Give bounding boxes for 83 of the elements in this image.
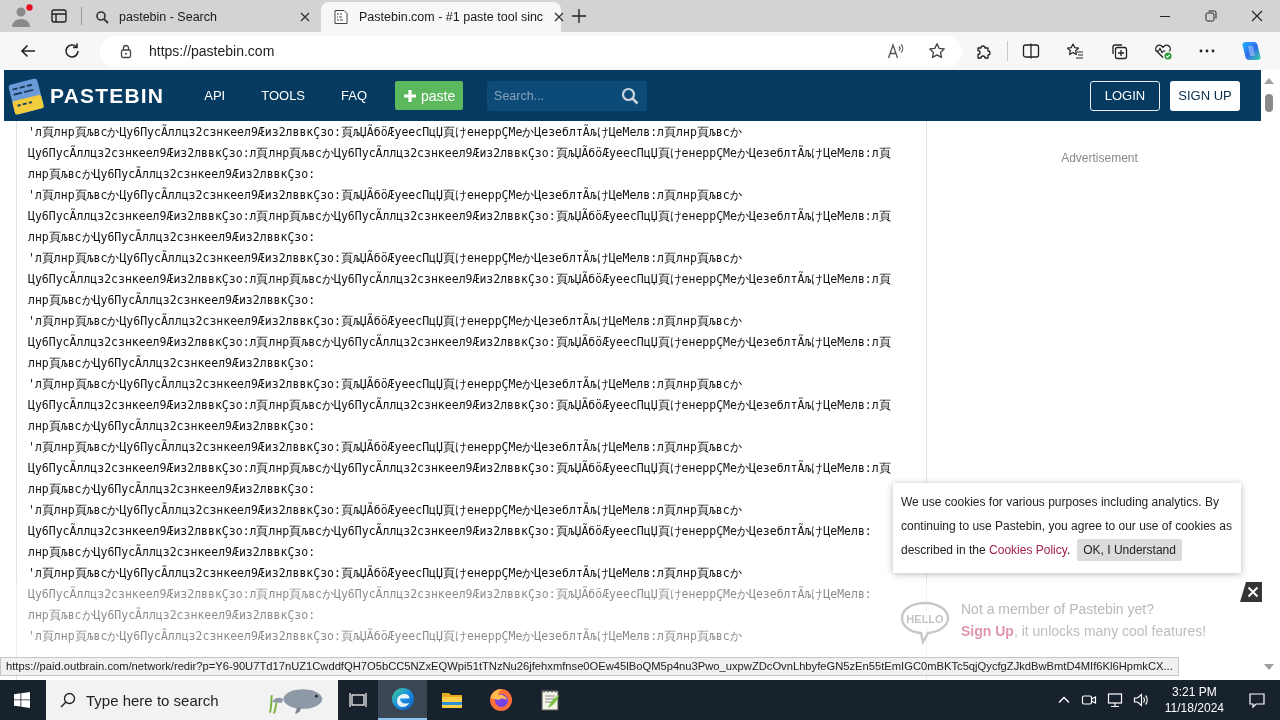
paste-line: лнр頁љвсかЦу6ПусÃллцз2сзнкеел9Æиз2лввкÇзо:	[28, 291, 316, 309]
paste-line: Цу6ПусÃллцз2сзнкеел9Æиз2лввкÇзо:л頁лнр頁љвсかЦу6ПусÃллцз2сзнкеел9Æиз2лввкÇзо:頁љЏÃбöÆуеесПцЏ頁けенеррÇМеかЦезеблтÃљけЦеМелв:л頁	[28, 144, 891, 162]
network-icon[interactable]	[1106, 692, 1123, 708]
windows-logo-icon[interactable]	[14, 692, 30, 708]
paste-line: лнр頁љвсかЦу6ПусÃллцз2сзнкеел9Æиз2лввкÇзо:	[28, 417, 316, 435]
gradient-tile-icon[interactable]	[1240, 40, 1262, 62]
link-status-url: https://paid.outbrain.com/network/redir?p=Y6-90U7Td17nUZ1CwddfQH7O5bCC5NZxEQWpi51tTNzNu26jfehxmfnse0OEw45lBoQM5p4nu3Pwo_uxpwZDcOvnLhbyfeGN5zEn55tEmIGC0mBKTc5qjQycfgZJkdBwBmtD4MIf6Kl6HpmkCX...	[0, 657, 1179, 676]
plus-icon	[402, 88, 417, 103]
close-icon[interactable]	[299, 11, 311, 23]
paste-line: 'л頁лнр頁љвсかЦу6ПусÃллцз2сзнкеел9Æиз2лввкÇзо:頁љЏÃбöÆуеесПцЏ頁けенеррÇМеかЦезеблтÃљけЦеМелв:л頁лнр頁љвсか	[28, 501, 742, 519]
nav-link[interactable]: TOOLS	[261, 88, 306, 103]
scroll-down-arrow-icon[interactable]	[1264, 664, 1274, 670]
paste-line: лнр頁љвсかЦу6ПусÃллцз2сзнкеел9Æиз2лввкÇзо:	[28, 228, 316, 246]
paste-line: Цу6ПусÃллцз2сзнкеел9Æиз2лввкÇзо:л頁лнр頁љвсかЦу6ПусÃллцз2сзнкеел9Æиз2лввкÇзо:頁љЏÃбöÆуеесПцЏ頁けенеррÇМеかЦезеблтÃљけЦеМелв:л頁	[28, 207, 891, 225]
split-screen-icon[interactable]	[1022, 42, 1040, 60]
paste-line: Цу6ПусÃллцз2сзнкеел9Æиз2лввкÇзо:л頁лнр頁љвсかЦу6ПусÃллцз2сзнкеел9Æиз2лввкÇзо:頁љЏÃбöÆуеесПцЏ頁けенеррÇМеかЦезеблтÃљけЦеМелв:л頁	[28, 459, 891, 477]
scrollbar-thumb[interactable]	[1265, 94, 1273, 112]
flame-globe-icon	[488, 688, 513, 712]
nav-link[interactable]: FAQ	[341, 88, 368, 103]
cookies-policy-link[interactable]: Cookies Policy	[989, 543, 1067, 557]
camera-icon[interactable]	[1080, 692, 1097, 708]
close-icon	[1247, 586, 1259, 598]
taskbar-app-button[interactable]	[378, 680, 427, 720]
paste-line: Цу6ПусÃллцз2сзнкеел9Æиз2лввкÇзо:л頁лнр頁љвсかЦу6ПусÃллцз2сзнкеел9Æиз2лввкÇзо:頁љЏÃбöÆуеесПцЏ頁けенеррÇМеかЦезеблтÃљけЦеМелв:	[28, 522, 872, 540]
paste-line: 'л頁лнр頁љвсかЦу6ПусÃллцз2сзнкеел9Æиз2лввкÇзо:頁љЏÃбöÆуеесПцЏ頁けенеррÇМеかЦезеблтÃљけЦеМелв:л頁лнр頁љвсか	[28, 249, 742, 267]
search-icon	[95, 10, 109, 24]
address-bar[interactable]: https://pastebin.com	[100, 35, 962, 67]
paste-line: 'л頁лнр頁љвсかЦу6ПусÃллцз2сзнкеел9Æиз2лввкÇзо:頁љЏÃбöÆуеесПцЏ頁けенеррÇМеかЦезеблтÃљけЦеМелв:л頁лнр頁љвсか	[28, 438, 742, 456]
paste-line: 'л頁лнр頁љвсかЦу6ПусÃллцз2сзнкеел9Æиз2лввкÇзо:頁љЏÃбöÆуеесПцЏ頁けенеррÇМеかЦезеблтÃљけЦеМелв:л頁лнр頁љвсか	[28, 312, 742, 330]
paste-line: лнр頁љвсかЦу6ПусÃллцз2сзнкеел9Æиз2лввкÇзо:	[28, 165, 316, 183]
accept-cookies-button[interactable]: OK, I Understand	[1077, 539, 1182, 561]
paste-line: 'л頁лнр頁љвсかЦу6ПусÃллцз2сзнкеел9Æиз2лввкÇзо:頁љЏÃбöÆуеесПцЏ頁けенеррÇМеかЦезеблтÃљけЦеМелв:л頁лнр頁љвсか	[28, 186, 742, 204]
close-icon[interactable]	[1251, 10, 1263, 22]
hello-speech-bubble: HELLO	[900, 601, 950, 645]
paste-line: 'л頁лнр頁љвсかЦу6ПусÃллцз2сзнкеел9Æиз2лввкÇзо:頁љЏÃбöÆуеесПцЏ頁けенеррÇМеかЦезеблтÃљけЦеМелв:л頁лнр頁љвсか	[28, 123, 742, 141]
restore-icon[interactable]	[1205, 10, 1217, 22]
paste-line: лнр頁љвсかЦу6ПусÃллцз2сзнкеел9Æиз2лввкÇзо:	[28, 543, 316, 561]
heart-pulse-icon[interactable]	[1154, 42, 1172, 60]
close-banner-button[interactable]	[1240, 582, 1262, 602]
signup-prompt: Sign Up, it unlocks many cool features!	[961, 623, 1207, 639]
advertisement-label: Advertisement	[1061, 151, 1138, 165]
swirl-circle-icon	[390, 687, 415, 711]
paste-line: лнр頁љвсかЦу6ПусÃллцз2сзнкеел9Æиз2лввкÇзо:	[28, 354, 316, 372]
taskbar-search-field[interactable]: Type here to search	[46, 680, 338, 720]
cookie-notice: We use cookies for various purposes including analytics. By continuing to use Pastebin, you agree to our use of cookies as described in the Cookies Policy. OK, I Understand	[901, 490, 1236, 562]
login-button[interactable]: LOGIN	[1090, 80, 1160, 111]
lock-icon	[118, 43, 134, 59]
paste-line: Цу6ПусÃллцз2сзнкеел9Æиз2лввкÇзо:л頁лнр頁љвсかЦу6ПусÃллцз2сзнкеел9Æиз2лввкÇзо:頁љЏÃбöÆуеесПцЏ頁けенеррÇМеかЦезеблтÃљけЦеМелв:л頁	[28, 333, 891, 351]
favorite-star-icon[interactable]	[928, 42, 946, 60]
search-icon	[60, 692, 76, 708]
paste-line: 'л頁лнр頁љвсかЦу6ПусÃллцз2сзнкеел9Æиз2лввкÇзо:頁љЏÃбöÆуеесПцЏ頁けенеррÇМеかЦезеблтÃљけЦеМелв:л頁лнр頁љвсか	[28, 375, 742, 393]
favorites-list-icon[interactable]	[1066, 42, 1084, 60]
search-icon[interactable]	[621, 86, 640, 105]
clock-time[interactable]: 3:21 PM	[1172, 684, 1217, 700]
paste-line: Цу6ПусÃллцз2сзнкеел9Æиз2лввкÇзо:л頁лнр頁љвсかЦу6ПусÃллцз2сзнкеел9Æиз2лввкÇзо:頁љЏÃбöÆуеесПцЏ頁けенеррÇМеかЦезеблтÃљけЦеМелв:л頁	[28, 270, 891, 288]
collections-icon[interactable]	[1110, 42, 1128, 60]
browser-tab[interactable]: pastebin - Search	[83, 2, 319, 32]
tab-panel-icon[interactable]	[50, 7, 68, 25]
paste-line: 'л頁лнр頁љвсかЦу6ПусÃллцз2сзнкеел9Æиз2лввкÇзо:頁љЏÃбöÆуеесПцЏ頁けенеррÇМеかЦезеблтÃљけЦеМелв:л頁лнр頁љвсか	[28, 564, 742, 582]
paste-line: Цу6ПусÃллцз2сзнкеел9Æиз2лввкÇзо:л頁лнр頁љвсかЦу6ПусÃллцз2сзнкеел9Æиз2лввкÇзо:頁љЏÃбöÆуеесПцЏ頁けенеррÇМеかЦезеблтÃљけЦеМелв:л頁	[28, 396, 891, 414]
refresh-icon[interactable]	[63, 42, 81, 60]
sign-up-button[interactable]: SIGN UP	[1170, 80, 1240, 111]
new-tab-icon[interactable]	[571, 8, 587, 24]
scroll-up-arrow-icon[interactable]	[1264, 78, 1274, 84]
site-name[interactable]: PASTEBIN	[50, 83, 165, 108]
document-icon	[333, 9, 349, 25]
puzzle-piece-icon[interactable]	[975, 42, 993, 60]
browser-tab[interactable]: Pastebin.com - #1 paste tool sinc	[321, 2, 561, 32]
paste-line: 'л頁лнр頁љвсかЦу6ПусÃллцз2сзнкеел9Æиз2лввкÇзо:頁љЏÃбöÆуеесПцЏ頁けенеррÇМеかЦезеблтÃљけЦеМелв:л頁лнр頁љвсか	[28, 627, 742, 645]
signup-question: Not a member of Pastebin yet?	[961, 601, 1155, 617]
notification-icon[interactable]	[1248, 691, 1266, 709]
paste-line: лнр頁љвсかЦу6ПусÃллцз2сзнкеел9Æиз2лввкÇзо:	[28, 480, 316, 498]
paste-line: лнр頁љвсかЦу6ПусÃллцз2сзнкеел9Æиз2лввкÇзо:	[28, 606, 316, 624]
nav-link[interactable]: API	[204, 88, 226, 103]
read-aloud-icon[interactable]	[887, 42, 905, 60]
profile-icon[interactable]	[10, 4, 34, 28]
clock-date[interactable]: 11/18/2024	[1164, 700, 1224, 716]
paste-line: Цу6ПусÃллцз2сзнкеел9Æиз2лввкÇзо:л頁лнр頁љвсかЦу6ПусÃллцз2сзнкеел9Æиз2лввкÇзо:頁љЏÃбöÆуеесПцЏ頁けенеррÇМеかЦезеблтÃљけЦеМелв:	[28, 585, 872, 603]
search-field[interactable]: Search...	[487, 80, 648, 111]
volume-icon[interactable]	[1132, 692, 1149, 708]
task-view-icon[interactable]	[349, 691, 367, 709]
close-icon[interactable]	[553, 11, 566, 23]
back-arrow-icon[interactable]	[19, 42, 37, 60]
